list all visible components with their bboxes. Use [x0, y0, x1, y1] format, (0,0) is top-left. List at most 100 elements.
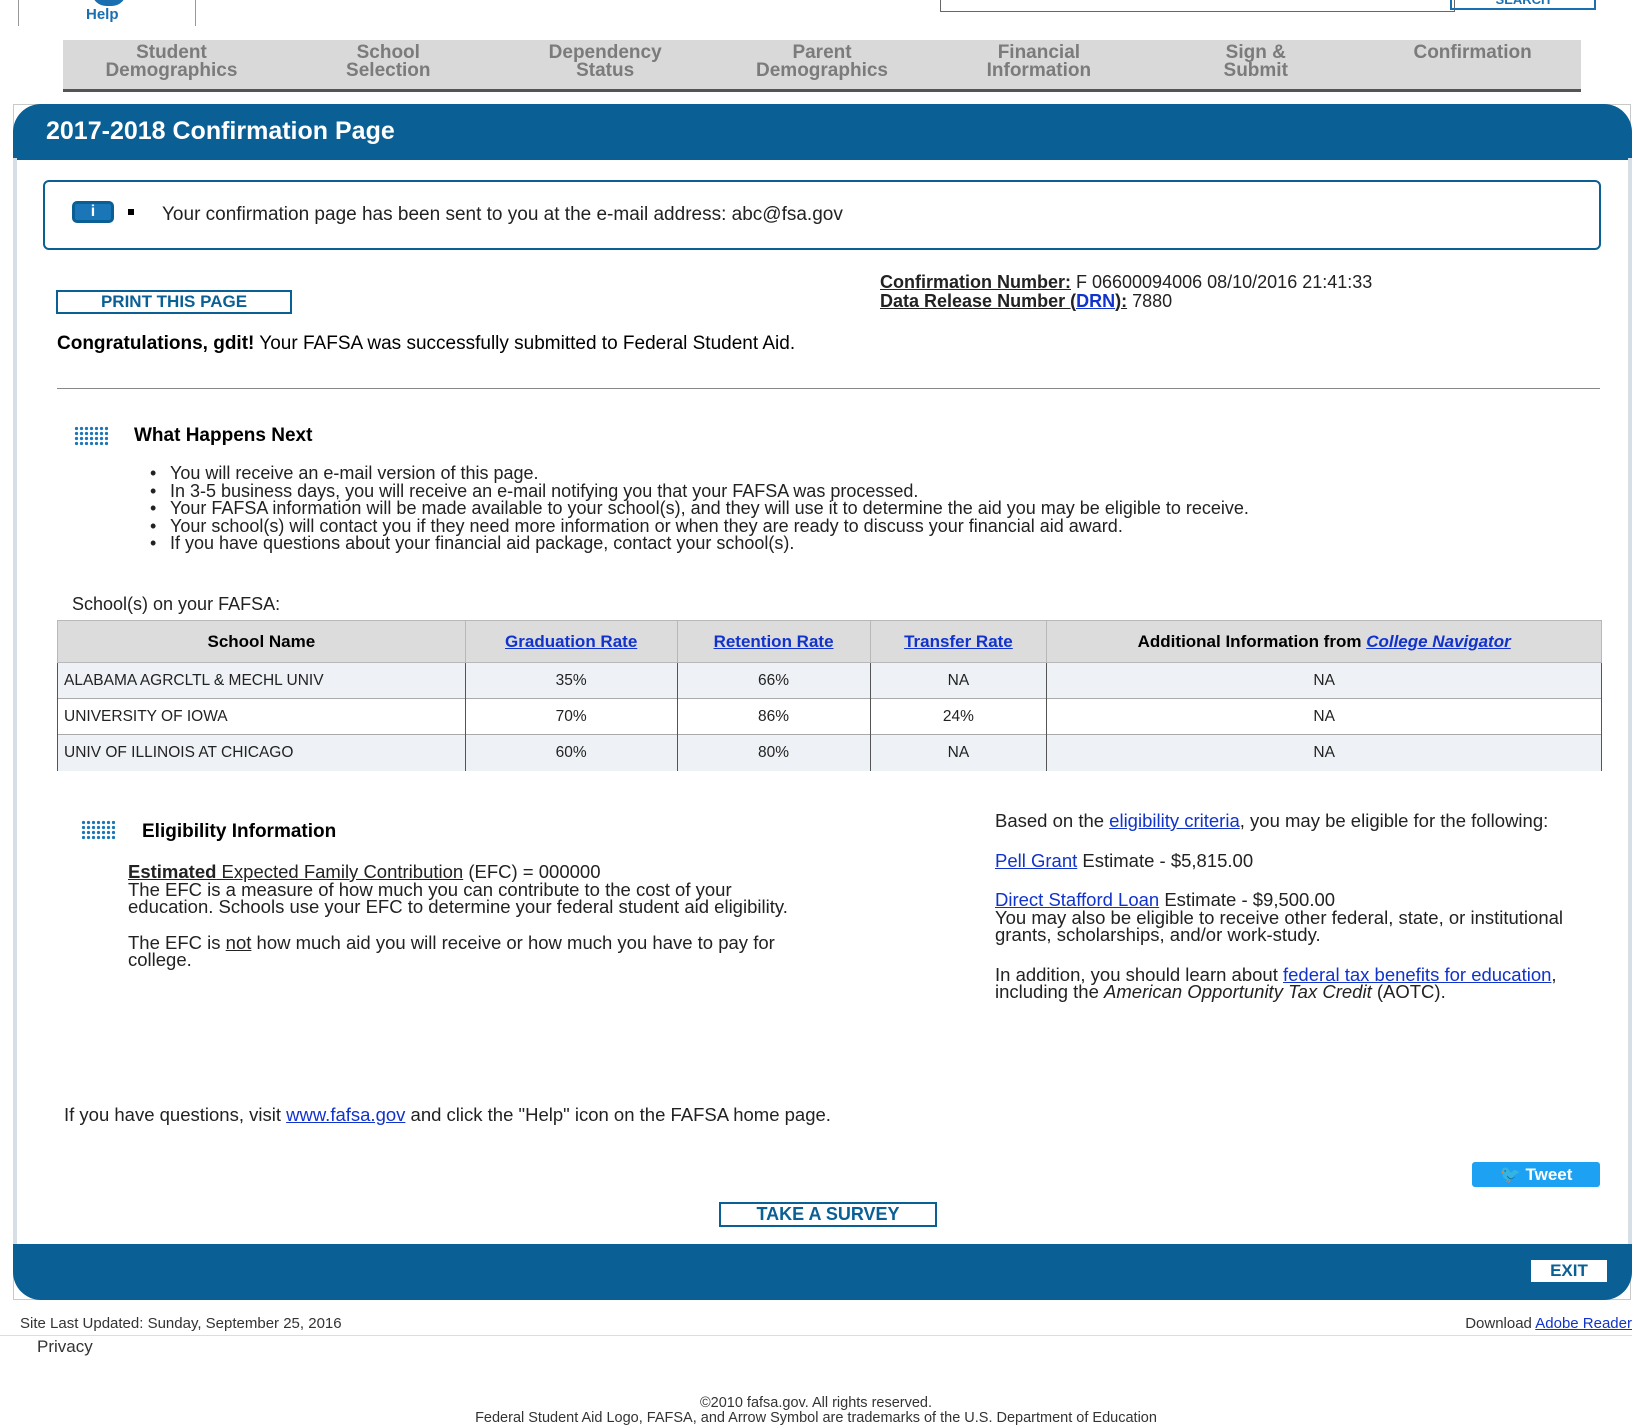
schools-caption: School(s) on your FAFSA:: [72, 594, 281, 614]
transfer-rate: NA: [869, 734, 1048, 771]
eligibility-title: Eligibility Information: [142, 821, 337, 842]
aotc-name: American Opportunity Tax Credit: [1104, 981, 1372, 1002]
search-input[interactable]: [940, 0, 1455, 12]
graduation-rate: 60%: [464, 734, 678, 771]
transfer-rate-link[interactable]: Transfer Rate: [904, 632, 1013, 651]
efc-section: Estimated Expected Family Contribution (…: [128, 862, 808, 987]
additional-info: NA: [1046, 662, 1602, 699]
stafford-loan-line: Direct Stafford Loan Estimate - $9,500.0…: [995, 890, 1595, 909]
help-instructions: If you have questions, visit www.fafsa.g…: [64, 1104, 831, 1126]
step-dependency-status[interactable]: Dependency Status: [497, 40, 714, 89]
step-sign-submit[interactable]: Sign & Submit: [1147, 40, 1364, 89]
divider: [57, 388, 1600, 389]
drn-label: Data Release Number (: [880, 291, 1077, 311]
table-row: UNIVERSITY OF IOWA 70% 86% 24% NA: [57, 698, 1602, 735]
retention-rate-link[interactable]: Retention Rate: [714, 632, 834, 651]
list-item: You will receive an e-mail version of th…: [150, 464, 1570, 483]
step-school-selection[interactable]: School Selection: [280, 40, 497, 89]
privacy-link[interactable]: Privacy: [37, 1337, 93, 1357]
tax-benefits-text: In addition, you should learn about fede…: [995, 965, 1595, 1002]
congratulations-message: Congratulations, gdit! Your FAFSA was su…: [57, 333, 795, 355]
dots-grid-icon: [81, 820, 115, 840]
notice-bullet: [128, 209, 134, 215]
take-survey-button[interactable]: TAKE A SURVEY: [719, 1202, 937, 1227]
step-label: Submit: [1223, 60, 1288, 81]
tweet-button[interactable]: 🐦 Tweet: [1472, 1162, 1600, 1187]
table-row: ALABAMA AGRCLTL & MECHL UNIV 35% 66% NA …: [57, 662, 1602, 699]
col-graduation-rate[interactable]: Graduation Rate: [464, 620, 678, 663]
step-label: Status: [576, 60, 635, 81]
exit-button[interactable]: EXIT: [1531, 1260, 1607, 1282]
efc-note: The EFC is not how much aid you will rec…: [128, 931, 808, 969]
help-link[interactable]: Help: [86, 6, 119, 23]
fafsa-gov-link[interactable]: www.fafsa.gov: [286, 1104, 405, 1125]
list-item: Your FAFSA information will be made avai…: [150, 499, 1570, 518]
eligibility-criteria-link[interactable]: eligibility criteria: [1109, 810, 1240, 831]
adobe-reader-link[interactable]: Adobe Reader: [1535, 1315, 1632, 1332]
top-bar: Help SEARCH: [0, 0, 1632, 34]
step-label: Confirmation: [1413, 42, 1532, 63]
copyright-text: ©2010 fafsa.gov. All rights reserved.: [699, 1395, 933, 1411]
confirmation-number-value: F 06600094006 08/10/2016 21:41:33: [1071, 272, 1373, 292]
info-icon: i: [72, 201, 114, 223]
what-happens-next-list: You will receive an e-mail version of th…: [150, 464, 1570, 553]
download-adobe: Download Adobe Reader: [1465, 1315, 1632, 1332]
additional-info: NA: [1046, 734, 1602, 771]
transfer-rate: NA: [869, 662, 1048, 699]
other-aid-text: You may also be eligible to receive othe…: [995, 906, 1564, 945]
step-label: Information: [986, 60, 1092, 81]
congrats-text: Your FAFSA was successfully submitted to…: [254, 333, 796, 354]
confirmation-number-label: Confirmation Number:: [880, 272, 1071, 292]
step-navigation: Student Demographics School Selection Depe…: [63, 40, 1581, 92]
additional-info-label: Additional Information from: [1137, 631, 1367, 651]
page-title: 2017-2018 Confirmation Page: [46, 117, 395, 145]
retention-rate: 66%: [676, 662, 871, 699]
step-parent-demographics[interactable]: Parent Demographics: [714, 40, 931, 89]
efc-note-emphasis: not: [225, 931, 252, 953]
panel-footer: [13, 1244, 1632, 1300]
eligible-aid-section: Based on the eligibility criteria, you m…: [995, 810, 1595, 1023]
col-transfer-rate[interactable]: Transfer Rate: [869, 620, 1048, 663]
step-student-demographics[interactable]: Student Demographics: [63, 40, 280, 89]
print-page-button[interactable]: PRINT THIS PAGE: [56, 290, 292, 314]
twitter-bird-icon: 🐦: [1499, 1165, 1526, 1184]
graduation-rate: 35%: [464, 662, 678, 699]
tweet-label: Tweet: [1525, 1165, 1573, 1184]
drn-label-end: ):: [1115, 291, 1128, 311]
download-label: Download: [1465, 1315, 1536, 1332]
additional-info: NA: [1046, 698, 1602, 735]
confirmation-info: Confirmation Number: F 06600094006 08/10…: [880, 273, 1372, 311]
based-on-label: Based on the: [995, 810, 1110, 831]
notice-text: Your confirmation page has been sent to …: [162, 204, 843, 225]
footer-divider: [0, 1335, 1632, 1336]
drn-value: 7880: [1127, 291, 1173, 311]
congrats-greeting: Congratulations, gdit!: [57, 333, 255, 354]
tax-benefits-label: (AOTC).: [1371, 981, 1446, 1002]
help-text: If you have questions, visit: [64, 1104, 287, 1125]
step-financial-information[interactable]: Financial Information: [930, 40, 1147, 89]
col-school-name: School Name: [57, 620, 466, 663]
retention-rate: 86%: [676, 698, 871, 735]
table-header-row: School Name Graduation Rate Retention Ra…: [57, 620, 1602, 663]
search-button[interactable]: SEARCH: [1450, 0, 1596, 10]
schools-table: School Name Graduation Rate Retention Ra…: [57, 620, 1602, 771]
school-name: UNIVERSITY OF IOWA: [57, 698, 466, 735]
col-retention-rate[interactable]: Retention Rate: [676, 620, 871, 663]
col-additional-info: Additional Information from College Navi…: [1046, 620, 1602, 663]
school-name: UNIV OF ILLINOIS AT CHICAGO: [57, 734, 466, 771]
copyright: ©2010 fafsa.gov. All rights reserved. Fe…: [0, 1396, 1632, 1426]
graduation-rate-link[interactable]: Graduation Rate: [505, 632, 637, 651]
site-last-updated: Site Last Updated: Sunday, September 25,…: [20, 1315, 342, 1332]
drn-link[interactable]: DRN: [1076, 291, 1115, 311]
pell-grant-line: Pell Grant Estimate - $5,815.00: [995, 850, 1595, 871]
school-name: ALABAMA AGRCLTL & MECHL UNIV: [57, 662, 466, 699]
pell-grant-link[interactable]: Pell Grant: [995, 850, 1077, 871]
college-navigator-link[interactable]: College Navigator: [1366, 632, 1511, 651]
step-confirmation[interactable]: Confirmation: [1364, 40, 1581, 89]
graduation-rate: 70%: [464, 698, 678, 735]
step-label: Selection: [346, 60, 431, 81]
list-item: If you have questions about your financi…: [150, 534, 1570, 553]
transfer-rate: 24%: [869, 698, 1048, 735]
trademark-text: Federal Student Aid Logo, FAFSA, and Arr…: [475, 1410, 1157, 1426]
what-happens-next-title: What Happens Next: [134, 425, 313, 446]
